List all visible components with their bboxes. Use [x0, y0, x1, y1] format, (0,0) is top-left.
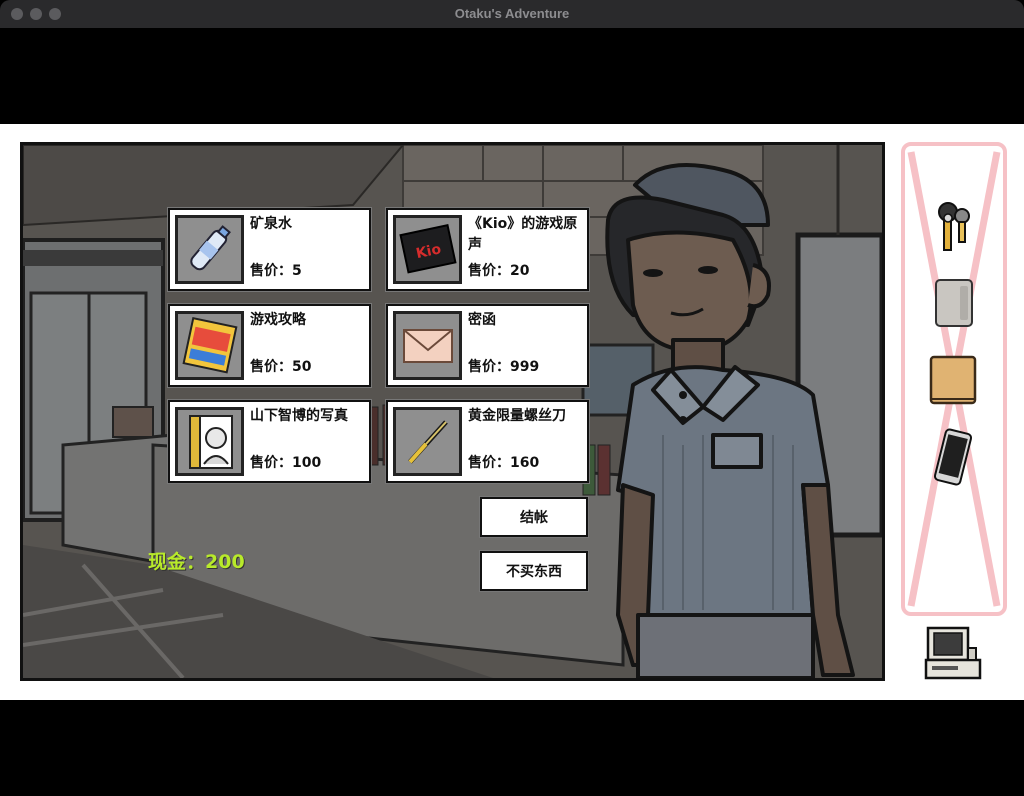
computer-icon[interactable] — [924, 624, 982, 686]
item-name: 黄金限量螺丝刀 — [468, 408, 566, 424]
shop-item-mineral-water[interactable]: 矿泉水 售价：5 — [168, 208, 371, 291]
water-bottle-icon — [190, 225, 231, 271]
item-name: 山下智博的写真 — [250, 408, 348, 424]
item-name: 密函 — [468, 312, 496, 328]
letterbox-bottom — [0, 700, 1024, 796]
window-titlebar: Otaku's Adventure — [0, 0, 1024, 28]
item-thumbnail: Kio — [393, 215, 462, 284]
envelope-icon — [403, 329, 453, 363]
item-price: 售价：160 — [468, 455, 540, 471]
window-title: Otaku's Adventure — [454, 6, 570, 21]
cd-case-icon: Kio — [399, 224, 457, 274]
photo-book-icon — [189, 415, 233, 469]
item-name: 《Kio》的游戏原声 — [468, 216, 578, 253]
item-price: 售价：100 — [250, 455, 322, 471]
shop-item-gold-screwdriver[interactable]: 黄金限量螺丝刀 售价：160 — [386, 400, 589, 483]
item-price: 售价：999 — [468, 359, 540, 375]
cash-display: 现金：200 — [148, 551, 245, 573]
shop-item-game-guide[interactable]: 游戏攻略 售价：50 — [168, 304, 371, 387]
item-thumbnail — [175, 311, 244, 380]
screwdriver-icon — [408, 420, 448, 464]
smartphone-icon[interactable] — [931, 428, 975, 490]
leave-shop-button[interactable]: 不买东西 — [480, 551, 588, 591]
shop-item-kio-soundtrack[interactable]: Kio 《Kio》的游戏原声 售价：20 — [386, 208, 589, 291]
item-thumbnail — [175, 407, 244, 476]
checkout-button[interactable]: 结帐 — [480, 497, 588, 537]
game-guide-book-icon — [182, 316, 238, 374]
shop-item-photo-book[interactable]: 山下智博的写真 售价：100 — [168, 400, 371, 483]
convenience-store-scene: 矿泉水 售价：5 Kio 《Kio》的游戏原声 售价：20 游戏攻略 售价：50… — [20, 142, 885, 681]
letterbox-top — [0, 28, 1024, 124]
item-price: 售价：50 — [250, 359, 312, 375]
wallet-icon[interactable] — [929, 355, 977, 411]
keys-icon[interactable] — [932, 198, 976, 260]
shop-item-secret-letter[interactable]: 密函 售价：999 — [386, 304, 589, 387]
item-thumbnail — [393, 311, 462, 380]
item-thumbnail — [393, 407, 462, 476]
item-price: 售价：20 — [468, 263, 530, 279]
item-name: 游戏攻略 — [250, 312, 306, 328]
item-thumbnail — [175, 215, 244, 284]
power-bank-icon[interactable] — [934, 278, 974, 332]
item-name: 矿泉水 — [250, 216, 292, 232]
item-price: 售价：5 — [250, 263, 302, 279]
